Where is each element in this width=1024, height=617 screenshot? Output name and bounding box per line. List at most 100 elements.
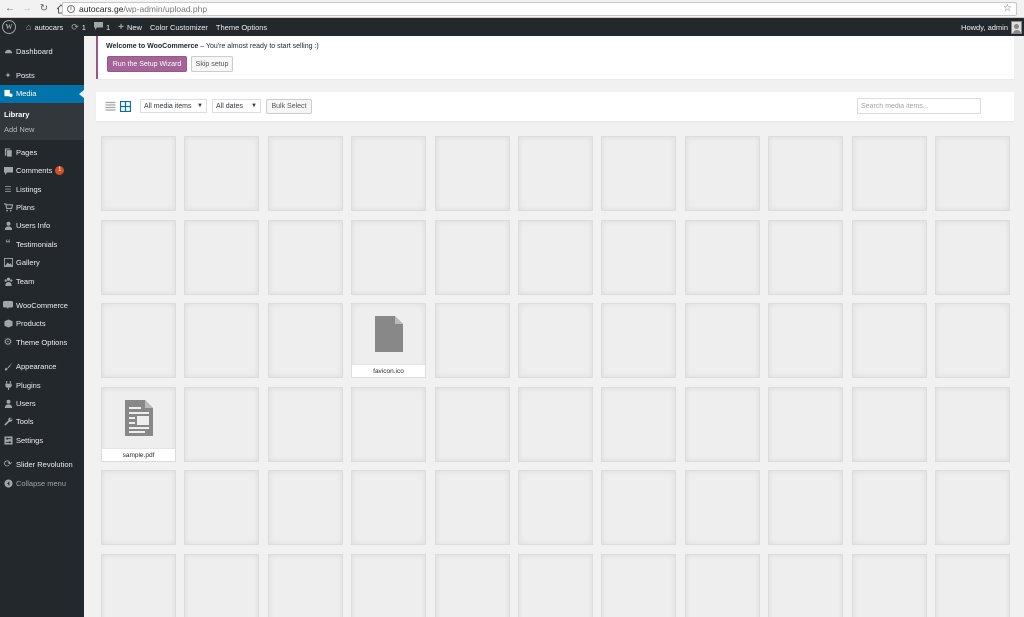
menu-products[interactable]: Products <box>0 315 84 333</box>
media-thumbnail-placeholder[interactable] <box>101 136 176 211</box>
menu-users-info[interactable]: Users Info <box>0 217 84 235</box>
media-thumbnail-placeholder[interactable] <box>935 220 1010 295</box>
media-thumbnail-placeholder[interactable] <box>685 554 760 617</box>
media-thumbnail-placeholder[interactable] <box>935 303 1010 378</box>
media-thumbnail-placeholder[interactable] <box>435 554 510 617</box>
media-thumbnail-placeholder[interactable] <box>268 470 343 545</box>
media-thumbnail-placeholder[interactable] <box>601 387 676 462</box>
submenu-add-new[interactable]: Add New <box>0 122 84 137</box>
media-thumbnail-placeholder[interactable] <box>268 220 343 295</box>
grid-view-icon[interactable] <box>119 100 132 113</box>
menu-comments[interactable]: Comments 1 <box>0 162 84 180</box>
media-thumbnail-placeholder[interactable] <box>435 220 510 295</box>
run-setup-wizard-button[interactable]: Run the Setup Wizard <box>107 56 187 72</box>
media-thumbnail-placeholder[interactable] <box>351 387 426 462</box>
menu-testimonials[interactable]: “ Testimonials <box>0 235 84 253</box>
menu-settings[interactable]: Settings <box>0 431 84 449</box>
media-thumbnail-placeholder[interactable] <box>852 136 927 211</box>
media-thumbnail-placeholder[interactable] <box>268 554 343 617</box>
wp-logo-menu[interactable]: W <box>0 18 22 36</box>
comments-menu[interactable]: 1 <box>90 18 114 36</box>
menu-appearance[interactable]: Appearance <box>0 357 84 375</box>
menu-media[interactable]: Media <box>0 84 84 104</box>
media-thumbnail-placeholder[interactable] <box>101 303 176 378</box>
media-item[interactable]: sample.pdf <box>101 387 176 462</box>
site-name-menu[interactable]: ⌂ autocars <box>22 18 67 36</box>
collapse-menu-button[interactable]: Collapse menu <box>0 474 84 492</box>
bookmark-star-icon[interactable]: ☆ <box>1003 3 1012 14</box>
menu-tools[interactable]: Tools <box>0 413 84 431</box>
media-thumbnail-placeholder[interactable] <box>518 136 593 211</box>
menu-slider-revolution[interactable]: ⟳ Slider Revolution <box>0 455 84 473</box>
media-thumbnail-placeholder[interactable] <box>768 220 843 295</box>
media-thumbnail-placeholder[interactable] <box>268 303 343 378</box>
media-thumbnail-placeholder[interactable] <box>351 136 426 211</box>
media-thumbnail-placeholder[interactable] <box>184 136 259 211</box>
color-customizer-link[interactable]: Color Customizer <box>146 18 212 36</box>
media-thumbnail-placeholder[interactable] <box>768 136 843 211</box>
menu-users[interactable]: Users <box>0 394 84 412</box>
menu-dashboard[interactable]: Dashboard <box>0 42 84 60</box>
media-thumbnail-placeholder[interactable] <box>768 470 843 545</box>
media-thumbnail-placeholder[interactable] <box>435 136 510 211</box>
media-thumbnail-placeholder[interactable] <box>101 220 176 295</box>
media-thumbnail-placeholder[interactable] <box>518 220 593 295</box>
skip-setup-button[interactable]: Skip setup <box>191 56 233 72</box>
search-media-input[interactable] <box>857 98 981 114</box>
media-thumbnail-placeholder[interactable] <box>768 554 843 617</box>
media-thumbnail-placeholder[interactable] <box>518 387 593 462</box>
media-thumbnail-placeholder[interactable] <box>601 554 676 617</box>
info-icon[interactable]: i <box>67 5 75 13</box>
media-thumbnail-placeholder[interactable] <box>435 303 510 378</box>
menu-theme-options[interactable]: ⚙ Theme Options <box>0 333 84 351</box>
media-thumbnail-placeholder[interactable] <box>518 554 593 617</box>
menu-plans[interactable]: Plans <box>0 198 84 216</box>
updates-menu[interactable]: ⟳ 1 <box>67 18 90 36</box>
media-thumbnail-placeholder[interactable] <box>852 554 927 617</box>
media-thumbnail-placeholder[interactable] <box>101 470 176 545</box>
media-thumbnail-placeholder[interactable] <box>268 136 343 211</box>
media-thumbnail-placeholder[interactable] <box>768 303 843 378</box>
media-thumbnail-placeholder[interactable] <box>268 387 343 462</box>
media-thumbnail-placeholder[interactable] <box>184 220 259 295</box>
media-thumbnail-placeholder[interactable] <box>852 470 927 545</box>
media-thumbnail-placeholder[interactable] <box>601 303 676 378</box>
media-thumbnail-placeholder[interactable] <box>518 470 593 545</box>
media-thumbnail-placeholder[interactable] <box>601 220 676 295</box>
media-thumbnail-placeholder[interactable] <box>184 303 259 378</box>
menu-woocommerce[interactable]: WooCommerce <box>0 296 84 314</box>
media-thumbnail-placeholder[interactable] <box>935 554 1010 617</box>
back-icon[interactable]: ← <box>3 2 17 16</box>
media-thumbnail-placeholder[interactable] <box>435 387 510 462</box>
media-thumbnail-placeholder[interactable] <box>935 136 1010 211</box>
my-account-menu[interactable]: Howdy, admin <box>961 18 1022 36</box>
theme-options-link[interactable]: Theme Options <box>212 18 271 36</box>
media-thumbnail-placeholder[interactable] <box>351 554 426 617</box>
media-thumbnail-placeholder[interactable] <box>685 387 760 462</box>
forward-icon[interactable]: → <box>20 2 34 16</box>
media-thumbnail-placeholder[interactable] <box>685 470 760 545</box>
media-thumbnail-placeholder[interactable] <box>601 136 676 211</box>
media-thumbnail-placeholder[interactable] <box>184 387 259 462</box>
reload-icon[interactable]: ↻ <box>37 2 51 16</box>
menu-gallery[interactable]: Gallery <box>0 254 84 272</box>
new-content-menu[interactable]: + New <box>114 18 146 36</box>
list-view-icon[interactable] <box>105 101 116 112</box>
menu-posts[interactable]: ✦ Posts <box>0 66 84 84</box>
menu-team[interactable]: Team <box>0 272 84 290</box>
media-thumbnail-placeholder[interactable] <box>184 470 259 545</box>
address-bar[interactable]: i autocars.ge/wp-admin/upload.php ☆ <box>62 2 1017 16</box>
menu-plugins[interactable]: Plugins <box>0 376 84 394</box>
media-thumbnail-placeholder[interactable] <box>685 303 760 378</box>
media-thumbnail-placeholder[interactable] <box>768 387 843 462</box>
media-thumbnail-placeholder[interactable] <box>601 470 676 545</box>
media-thumbnail-placeholder[interactable] <box>518 303 593 378</box>
media-thumbnail-placeholder[interactable] <box>685 220 760 295</box>
media-item[interactable]: favicon.ico <box>351 303 426 378</box>
media-thumbnail-placeholder[interactable] <box>435 470 510 545</box>
date-filter[interactable]: All dates ▼ <box>212 99 261 113</box>
submenu-library[interactable]: Library <box>0 107 84 122</box>
media-thumbnail-placeholder[interactable] <box>184 554 259 617</box>
media-thumbnail-placeholder[interactable] <box>852 303 927 378</box>
media-thumbnail-placeholder[interactable] <box>101 554 176 617</box>
